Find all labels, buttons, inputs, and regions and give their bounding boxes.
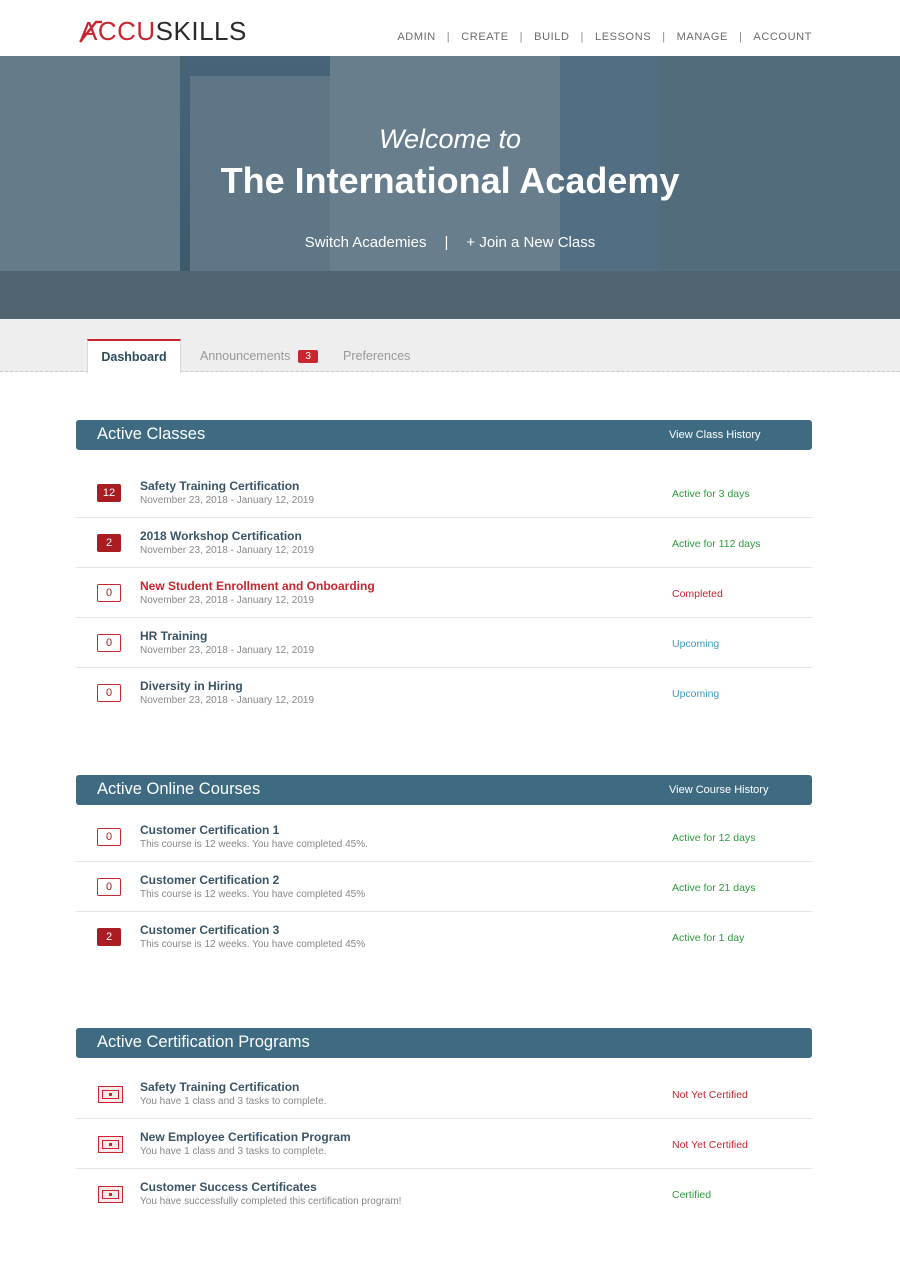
academy-title: The International Academy [220, 160, 680, 201]
certificate-icon [98, 1136, 123, 1153]
nav-create[interactable]: CREATE [461, 31, 508, 43]
class-row[interactable]: 2 2018 Workshop Certification November 2… [76, 518, 812, 568]
class-row[interactable]: 0 HR Training November 23, 2018 - Januar… [76, 618, 812, 668]
program-status: Not Yet Certified [672, 1139, 748, 1151]
course-status: Active for 21 days [672, 882, 756, 894]
section-title: Active Certification Programs [97, 1033, 310, 1051]
class-title[interactable]: Safety Training Certification [140, 479, 299, 493]
logo-skills-text: SKILLS [155, 16, 247, 46]
class-status: Completed [672, 588, 723, 600]
view-course-history-link[interactable]: View Course History [669, 784, 768, 796]
join-class-link[interactable]: + Join a New Class [466, 234, 595, 251]
course-title[interactable]: Customer Certification 1 [140, 823, 279, 837]
course-status: Active for 1 day [672, 932, 745, 944]
course-description: This course is 12 weeks. You have comple… [140, 839, 368, 850]
course-count-badge: 2 [97, 928, 121, 946]
program-description: You have successfully completed this cer… [140, 1196, 402, 1207]
course-title[interactable]: Customer Certification 2 [140, 873, 279, 887]
program-row[interactable]: Safety Training Certification You have 1… [76, 1069, 812, 1119]
class-count-badge: 12 [97, 484, 121, 502]
hero-banner: Welcome to The International Academy Swi… [0, 56, 900, 319]
tab-preferences-label: Preferences [343, 349, 411, 363]
class-title[interactable]: HR Training [140, 629, 207, 643]
tab-announcements[interactable]: Announcements 3 [200, 339, 318, 373]
program-title[interactable]: New Employee Certification Program [140, 1130, 351, 1144]
program-row[interactable]: Customer Success Certificates You have s… [76, 1169, 812, 1219]
tab-dashboard-label: Dashboard [101, 350, 167, 364]
class-dates: November 23, 2018 - January 12, 2019 [140, 595, 314, 606]
hero-link-separator: | [444, 234, 449, 251]
course-row[interactable]: 0 Customer Certification 2 This course i… [76, 862, 812, 912]
announcements-count-badge: 3 [298, 349, 318, 363]
nav-account[interactable]: ACCOUNT [753, 31, 812, 43]
section-title: Active Classes [97, 425, 206, 443]
tab-preferences[interactable]: Preferences [343, 339, 410, 373]
certificate-icon [98, 1086, 123, 1103]
class-dates: November 23, 2018 - January 12, 2019 [140, 495, 314, 506]
view-class-history-link[interactable]: View Class History [669, 429, 761, 441]
nav-separator: | [738, 31, 743, 43]
top-header: ACCUSKILLS ADMIN | CREATE | BUILD | LESS… [0, 0, 900, 56]
class-status: Upcoming [672, 688, 720, 700]
course-row[interactable]: 0 Customer Certification 1 This course i… [76, 812, 812, 862]
hero-links: Switch Academies | + Join a New Class [0, 234, 900, 251]
nav-manage[interactable]: MANAGE [677, 31, 728, 43]
certification-programs-header: Active Certification Programs [76, 1028, 812, 1058]
class-dates: November 23, 2018 - January 12, 2019 [140, 545, 314, 556]
tab-dashboard[interactable]: Dashboard [87, 339, 181, 373]
course-description: This course is 12 weeks. You have comple… [140, 889, 366, 900]
class-row[interactable]: 0 Diversity in Hiring November 23, 2018 … [76, 668, 812, 718]
class-count-badge: 0 [97, 634, 121, 652]
active-courses-header: Active Online Courses View Course Histor… [76, 775, 812, 805]
program-row[interactable]: New Employee Certification Program You h… [76, 1119, 812, 1169]
course-count-badge: 0 [97, 878, 121, 896]
nav-separator: | [519, 31, 524, 43]
nav-lessons[interactable]: LESSONS [595, 31, 651, 43]
switch-academies-link[interactable]: Switch Academies [305, 234, 427, 251]
tab-bar: Dashboard Announcements 3 Preferences [0, 319, 900, 373]
program-title[interactable]: Customer Success Certificates [140, 1180, 317, 1194]
course-count-badge: 0 [97, 828, 121, 846]
class-count-badge: 0 [97, 584, 121, 602]
class-title[interactable]: Diversity in Hiring [140, 679, 243, 693]
section-title: Active Online Courses [97, 780, 261, 798]
nav-separator: | [662, 31, 666, 43]
class-status: Upcoming [672, 638, 720, 650]
class-count-badge: 0 [97, 684, 121, 702]
course-description: This course is 12 weeks. You have comple… [140, 939, 366, 950]
main-nav: ADMIN | CREATE | BUILD | LESSONS | MANAG… [397, 31, 812, 43]
program-title[interactable]: Safety Training Certification [140, 1080, 299, 1094]
class-status: Active for 112 days [672, 538, 761, 550]
tab-announcements-label: Announcements [200, 349, 291, 363]
nav-separator: | [446, 31, 451, 43]
program-status: Not Yet Certified [672, 1089, 748, 1101]
class-dates: November 23, 2018 - January 12, 2019 [140, 695, 314, 706]
course-title[interactable]: Customer Certification 3 [140, 923, 279, 937]
class-row[interactable]: 12 Safety Training Certification Novembe… [76, 468, 812, 518]
class-row[interactable]: 0 New Student Enrollment and Onboarding … [76, 568, 812, 618]
class-status: Active for 3 days [672, 488, 750, 500]
active-classes-header: Active Classes View Class History [76, 420, 812, 450]
accuskills-logo[interactable]: ACCUSKILLS [79, 16, 247, 46]
nav-build[interactable]: BUILD [534, 31, 569, 43]
nav-separator: | [580, 31, 585, 43]
program-status: Certified [672, 1189, 712, 1201]
logo-swoosh-icon [79, 20, 102, 43]
class-title[interactable]: 2018 Workshop Certification [140, 529, 302, 543]
course-status: Active for 12 days [672, 832, 756, 844]
program-description: You have 1 class and 3 tasks to complete… [140, 1146, 327, 1157]
program-description: You have 1 class and 3 tasks to complete… [140, 1096, 327, 1107]
course-row[interactable]: 2 Customer Certification 3 This course i… [76, 912, 812, 962]
class-title[interactable]: New Student Enrollment and Onboarding [140, 579, 375, 593]
nav-admin[interactable]: ADMIN [397, 31, 435, 43]
class-dates: November 23, 2018 - January 12, 2019 [140, 645, 314, 656]
class-count-badge: 2 [97, 534, 121, 552]
hero-welcome-text: Welcome to [378, 124, 522, 154]
certificate-icon [98, 1186, 123, 1203]
